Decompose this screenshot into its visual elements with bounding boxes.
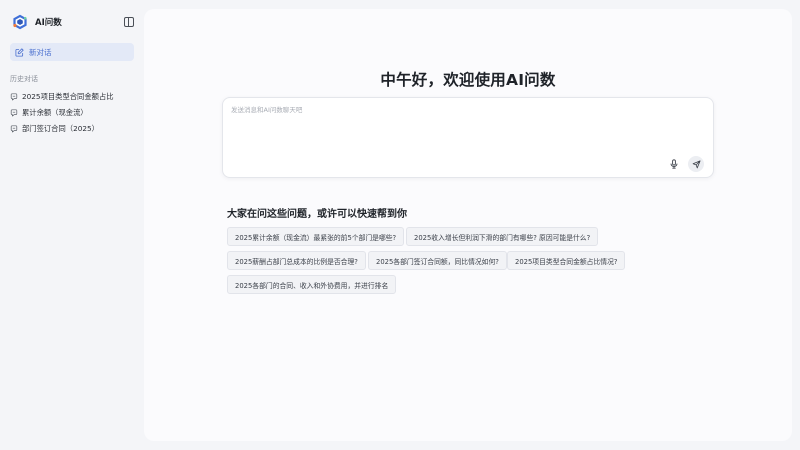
suggestion-chip[interactable]: 2025各部门签订合同额，同比情况如何?	[368, 251, 507, 270]
chat-composer	[222, 97, 714, 178]
sidebar: AI问数 新对话 历史对话 2025项目类型合同金额占比 累计余额（现金流） 部…	[0, 0, 144, 450]
history-item[interactable]: 2025项目类型合同金额占比	[10, 89, 134, 105]
new-chat-button[interactable]: 新对话	[10, 43, 134, 61]
history-list: 2025项目类型合同金额占比 累计余额（现金流） 部门签订合同（2025）	[10, 89, 134, 137]
chat-bubble-icon	[10, 109, 18, 117]
history-item-label: 累计余额（现金流）	[22, 108, 88, 117]
send-icon	[692, 159, 701, 168]
suggestions-title: 大家在问这些问题，或许可以快速帮到你	[227, 209, 407, 220]
main-panel: 中午好，欢迎使用AI问数 大家在问这些问题，或许可以快速帮到你 2025累计余额…	[144, 9, 792, 441]
app-name: AI问数	[35, 18, 62, 28]
suggestion-chip[interactable]: 2025薪酬占部门总成本的比例是否合理?	[227, 251, 366, 270]
send-button[interactable]	[688, 156, 704, 172]
microphone-button[interactable]	[669, 159, 679, 169]
brand[interactable]: AI问数	[12, 14, 62, 30]
greeting-title: 中午好，欢迎使用AI问数	[380, 71, 556, 89]
edit-icon	[15, 47, 24, 57]
microphone-icon	[670, 159, 678, 169]
history-title: 历史对话	[10, 75, 38, 83]
sidebar-toggle-icon[interactable]	[124, 17, 134, 27]
suggestion-chip[interactable]: 2025各部门的合同、收入和外协费用，并进行排名	[227, 275, 397, 294]
chat-bubble-icon	[10, 93, 18, 101]
history-item[interactable]: 部门签订合同（2025）	[10, 121, 134, 137]
logo-icon	[13, 14, 27, 30]
history-item[interactable]: 累计余额（现金流）	[10, 105, 134, 121]
suggestion-chip[interactable]: 2025累计余额（现金流）最紧张的前5个部门是哪些?	[227, 227, 405, 246]
history-item-label: 2025项目类型合同金额占比	[22, 92, 114, 101]
suggestion-chip[interactable]: 2025项目类型合同金额占比情况?	[507, 251, 626, 270]
new-chat-label: 新对话	[29, 47, 52, 57]
history-item-label: 部门签订合同（2025）	[22, 124, 99, 133]
suggestion-chip[interactable]: 2025收入增长但利润下滑的部门有哪些? 原因可能是什么?	[406, 227, 599, 246]
chat-input[interactable]	[231, 104, 701, 160]
chat-bubble-icon	[10, 125, 18, 133]
